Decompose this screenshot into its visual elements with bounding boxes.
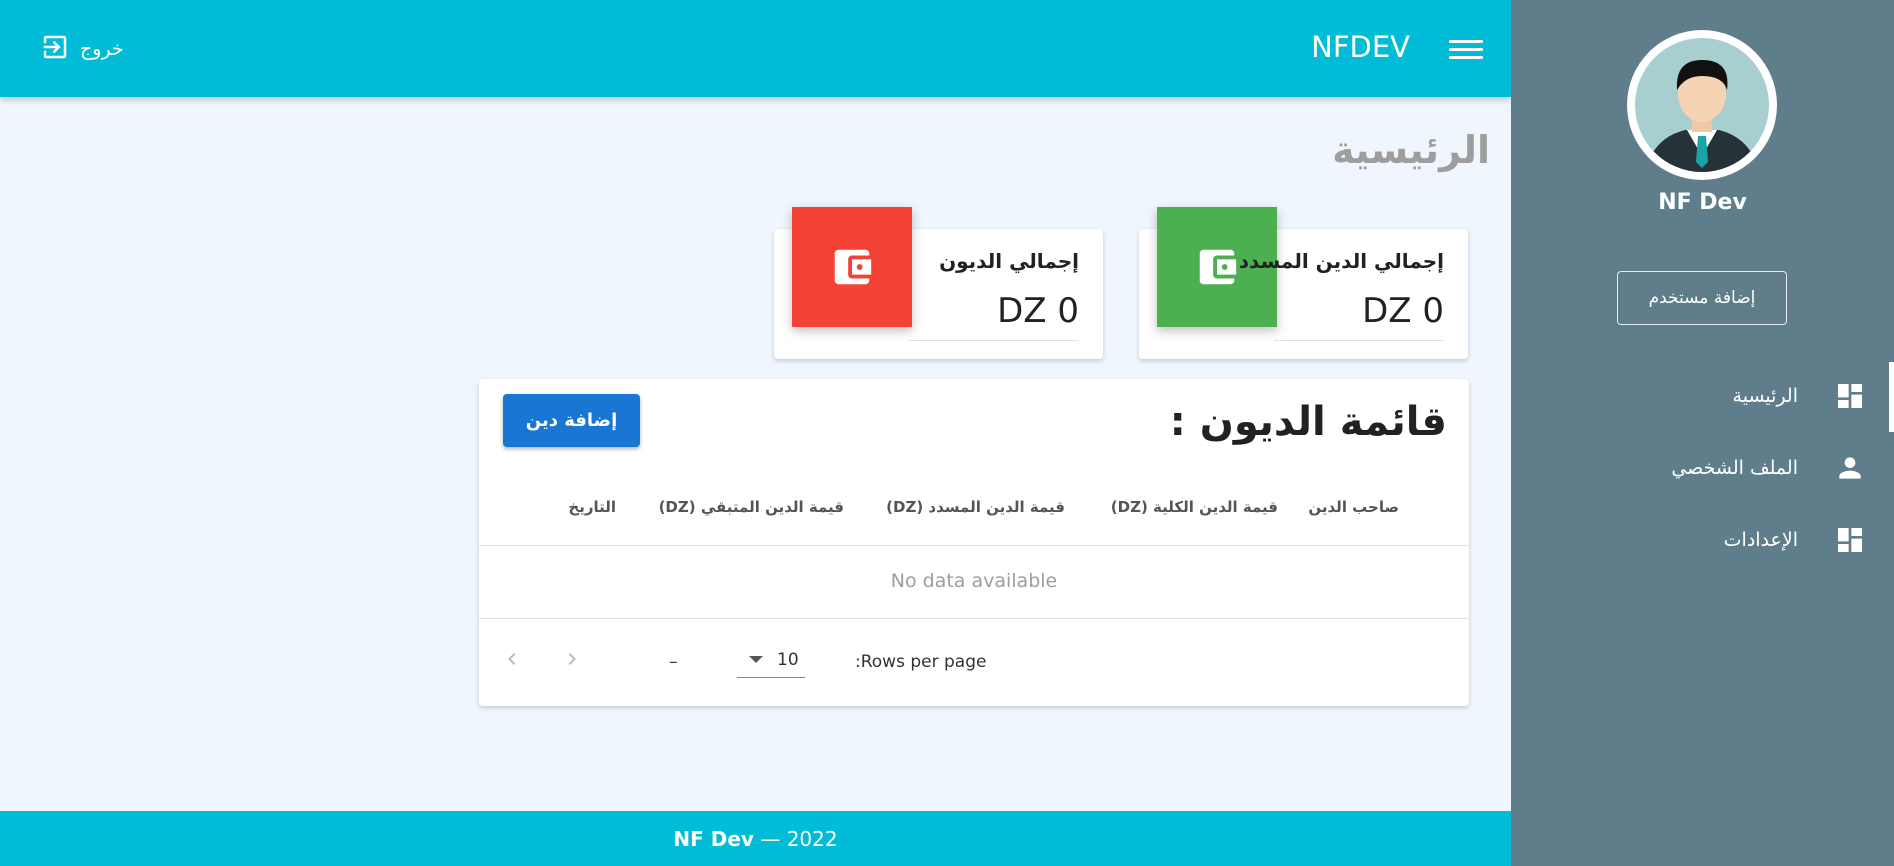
top-app-bar: خروج NFDEV (0, 0, 1511, 97)
logout-label: خروج (80, 38, 124, 60)
dashboard-icon (1830, 520, 1870, 560)
divider (479, 545, 1469, 546)
sidebar-item-label: الإعدادات (1723, 529, 1798, 551)
active-indicator (1889, 362, 1894, 432)
footer-year: 2022 (786, 826, 838, 851)
previous-page-button[interactable] (497, 644, 527, 674)
divider (909, 340, 1079, 341)
stat-card-total-paid: إجمالي الدين المسدد DZ 0 (1139, 207, 1468, 359)
logout-icon (40, 32, 70, 67)
debts-title: قائمة الديون : (1169, 399, 1447, 445)
sidebar-item-home[interactable]: الرئيسية (1511, 368, 1894, 424)
rows-per-page-label: Rows per page: (855, 652, 987, 672)
footer-brand: NF Dev (673, 826, 754, 851)
add-user-button[interactable]: إضافة مستخدم (1617, 271, 1787, 325)
logout-button[interactable]: خروج (40, 32, 124, 66)
brand-title: NFDEV (1311, 30, 1410, 64)
rows-per-page-select[interactable]: 10 (737, 642, 805, 678)
footer-separator: — (753, 826, 787, 851)
sidebar-item-settings[interactable]: الإعدادات (1511, 512, 1894, 568)
page-range: – (669, 652, 678, 672)
footer: NF Dev — 2022 (0, 811, 1511, 866)
sidebar-item-label: الملف الشخصي (1671, 457, 1798, 479)
dashboard-icon (1830, 376, 1870, 416)
add-debt-button[interactable]: إضافة دين (503, 394, 640, 447)
stat-value: DZ 0 (997, 291, 1079, 331)
debts-table-card: قائمة الديون : إضافة دين صاحب الدين قيمة… (479, 379, 1469, 706)
chevron-left-icon (508, 653, 516, 665)
column-header-owner[interactable]: صاحب الدين (1308, 498, 1399, 516)
menu-icon[interactable] (1449, 32, 1483, 66)
empty-state: No data available (890, 570, 1058, 592)
sidebar: NF Dev إضافة مستخدم الرئيسية الملف الشخص… (1511, 0, 1894, 866)
dropdown-arrow-icon (749, 656, 763, 663)
user-avatar-icon (1645, 60, 1759, 172)
column-header-paid[interactable]: قيمة الدين المسدد (DZ) (886, 498, 1065, 516)
stat-card-total-debts: إجمالي الديون DZ 0 (774, 207, 1103, 359)
divider (1274, 340, 1444, 341)
chevron-right-icon (568, 653, 576, 665)
avatar (1627, 30, 1777, 180)
stat-title: إجمالي الديون (939, 249, 1079, 273)
column-header-total[interactable]: قيمة الدين الكلية (DZ) (1111, 498, 1278, 516)
page-title: الرئيسية (1332, 128, 1490, 172)
divider (479, 618, 1469, 619)
sidebar-item-profile[interactable]: الملف الشخصي (1511, 440, 1894, 496)
rows-per-page-value: 10 (777, 649, 799, 670)
column-header-date[interactable]: التاريخ (568, 498, 616, 516)
column-header-remaining[interactable]: قيمة الدين المتبقي (DZ) (659, 498, 844, 516)
person-icon (1830, 448, 1870, 488)
stat-value: DZ 0 (1362, 291, 1444, 331)
stat-title: إجمالي الدين المسدد (1238, 249, 1444, 273)
next-page-button[interactable] (557, 644, 587, 674)
wallet-icon (792, 207, 912, 327)
sidebar-item-label: الرئيسية (1732, 385, 1798, 407)
user-name: NF Dev (1658, 190, 1747, 215)
